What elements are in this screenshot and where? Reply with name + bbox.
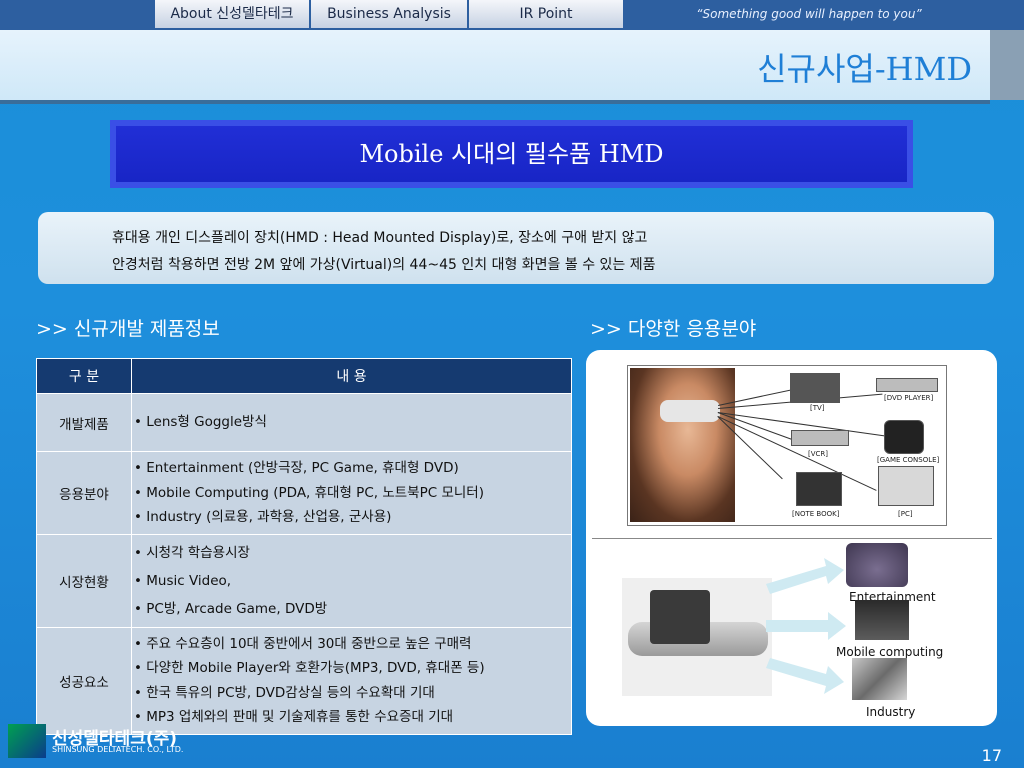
industry-caption: Industry — [866, 705, 916, 719]
list-item: • Industry (의료용, 과학용, 산업용, 군사용) — [134, 509, 392, 525]
table-row: 응용분야 • Entertainment (안방극장, PC Game, 휴대형… — [36, 451, 572, 535]
vcr-label: [VCR] — [808, 450, 829, 458]
pc-label: [PC] — [898, 510, 913, 518]
section-title-applications: >> 다양한 응용분야 — [590, 318, 757, 340]
tab-ir-point[interactable]: IR Point — [469, 0, 625, 28]
dvd-player-label: [DVD PLAYER] — [884, 394, 934, 402]
banner: Mobile 시대의 필수품 HMD — [110, 120, 913, 188]
slogan: “Something good will happen to you” — [696, 7, 922, 21]
product-info-table: 구 분 내 용 개발제품 • Lens형 Goggle방식 응용분야 • Ent… — [36, 358, 572, 735]
list-item: • 한국 특유의 PC방, DVD감상실 등의 수요확대 기대 — [134, 684, 435, 701]
table-row: 성공요소 • 주요 수요층이 10대 중반에서 30대 중반으로 높은 구매력 … — [36, 626, 572, 735]
list-item: • 시청각 학습용시장 — [134, 544, 250, 561]
dvd-player-icon — [876, 378, 938, 392]
page-number: 17 — [981, 746, 1002, 765]
table-cell-category: 시장현황 — [36, 533, 132, 628]
list-item: • Music Video, — [134, 572, 232, 589]
table-header-category: 구 분 — [36, 358, 132, 394]
table-cell-content: • Entertainment (안방극장, PC Game, 휴대형 DVD)… — [131, 451, 572, 535]
table-header-content: 내 용 — [131, 358, 572, 394]
company-logo-icon — [8, 724, 46, 758]
table-row: 시장현황 • 시청각 학습용시장 • Music Video, • PC방, A… — [36, 533, 572, 628]
game-console-icon — [884, 420, 924, 454]
list-item: • MP3 업체와의 판매 및 기술제휴를 통한 수요증대 기대 — [134, 709, 454, 725]
table-cell-category: 성공요소 — [36, 626, 132, 735]
list-item: • PC방, Arcade Game, DVD방 — [134, 600, 328, 617]
arrow-to-industry — [766, 658, 844, 694]
header-side-block — [990, 30, 1024, 100]
tv-icon — [790, 373, 840, 403]
description-box: 휴대용 개인 디스플레이 장치(HMD : Head Mounted Displ… — [38, 212, 994, 284]
table-cell-category: 응용분야 — [36, 451, 132, 535]
company-name-en: SHINSUNG DELTATECH. CO., LTD. — [52, 745, 184, 754]
game-console-photo — [846, 543, 908, 587]
description-line-1: 휴대용 개인 디스플레이 장치(HMD : Head Mounted Displ… — [112, 230, 648, 246]
tab-business-analysis[interactable]: Business Analysis — [311, 0, 469, 28]
panel-divider — [592, 538, 992, 539]
table-cell-content: • 시청각 학습용시장 • Music Video, • PC방, Arcade… — [131, 533, 572, 628]
tab-about[interactable]: About 신성델타테크 — [155, 0, 311, 28]
industry-photo — [852, 658, 907, 700]
notebook-icon — [796, 472, 842, 506]
game-console-label: [GAME CONSOLE] — [877, 456, 940, 464]
mobile-computing-caption: Mobile computing — [836, 645, 944, 659]
table-cell-content: • 주요 수요층이 10대 중반에서 30대 중반으로 높은 구매력 • 다양한… — [131, 626, 572, 735]
section-title-product-info: >> 신규개발 제품정보 — [36, 318, 220, 340]
table-header-row: 구 분 내 용 — [36, 358, 572, 394]
list-item: • 주요 수요층이 10대 중반에서 30대 중반으로 높은 구매력 — [134, 635, 472, 652]
hmd-goggle-shape — [660, 400, 720, 422]
header-divider — [0, 100, 990, 104]
table-cell-content: • Lens형 Goggle방식 — [131, 393, 572, 452]
list-item: • Mobile Computing (PDA, 휴대형 PC, 노트북PC 모… — [134, 484, 484, 501]
description-line-2: 안경처럼 착용하면 전방 2M 앞에 가상(Virtual)의 44~45 인치… — [112, 257, 656, 273]
page-title: 신규사업-HMD — [757, 50, 972, 88]
list-item: • Lens형 Goggle방식 — [134, 414, 267, 431]
list-item: • 다양한 Mobile Player와 호환가능(MP3, DVD, 휴대폰 … — [134, 660, 485, 676]
laptop-photo — [855, 600, 909, 640]
vcr-icon — [791, 430, 849, 446]
table-row: 개발제품 • Lens형 Goggle방식 — [36, 393, 572, 452]
arrow-to-mobile — [766, 612, 846, 640]
notebook-label: [NOTE BOOK] — [792, 510, 840, 518]
arrow-to-entertainment — [766, 558, 844, 594]
tv-label: [TV] — [810, 404, 825, 412]
table-cell-category: 개발제품 — [36, 393, 132, 452]
pc-icon — [878, 466, 934, 506]
woman-wearing-hmd-photo — [630, 368, 735, 522]
banner-text: Mobile 시대의 필수품 HMD — [359, 140, 664, 168]
arrows-graphic — [766, 558, 846, 694]
nav-tabs: About 신성델타테크 Business Analysis IR Point — [155, 0, 625, 28]
hmd-body-shape — [650, 590, 710, 644]
list-item: • Entertainment (안방극장, PC Game, 휴대형 DVD) — [134, 460, 459, 476]
